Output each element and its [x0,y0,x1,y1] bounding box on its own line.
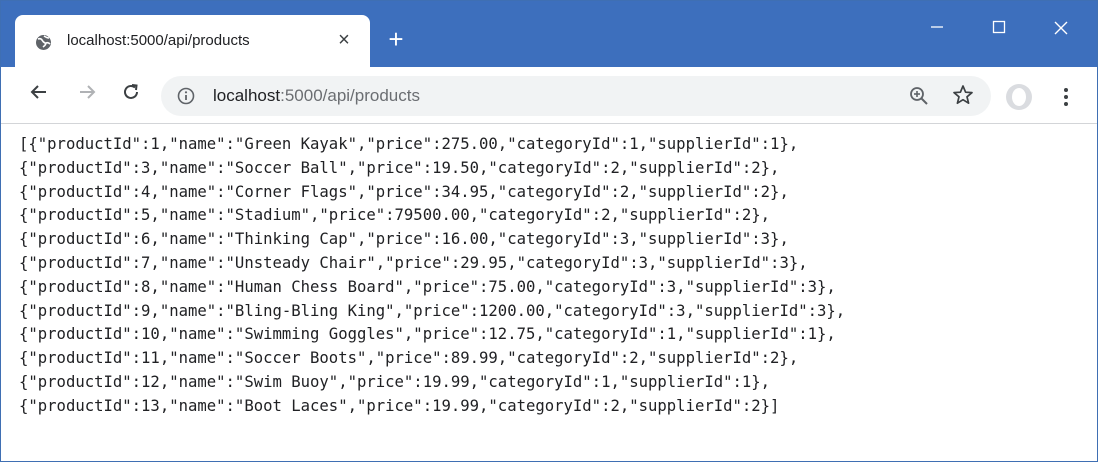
json-line: {"productId":10,"name":"Swimming Goggles… [19,325,836,344]
new-tab-button[interactable]: + [384,26,408,52]
back-button[interactable] [25,81,53,109]
minimize-icon [931,26,943,28]
url-host: localhost [213,86,281,105]
zoom-icon[interactable] [908,85,930,107]
profile-avatar[interactable] [1006,84,1032,110]
close-window-button[interactable] [1041,13,1081,43]
json-line: [{"productId":1,"name":"Green Kayak","pr… [19,135,799,153]
json-line: {"productId":3,"name":"Soccer Ball","pri… [19,158,780,177]
reload-button[interactable] [117,81,145,109]
bookmark-star-icon[interactable] [951,83,975,107]
json-line: {"productId":13,"name":"Boot Laces","pri… [19,396,780,415]
close-icon [1054,21,1068,35]
info-icon[interactable] [177,87,195,105]
browser-window: localhost:5000/api/products × + localhos [0,0,1098,462]
title-bar: localhost:5000/api/products × + [1,1,1097,68]
forward-button[interactable] [73,81,101,109]
json-line: {"productId":12,"name":"Swim Buoy","pric… [19,372,771,391]
json-line: {"productId":8,"name":"Human Chess Board… [19,277,836,296]
maximize-button[interactable] [979,13,1019,43]
url-path: :5000/api/products [280,86,420,105]
address-bar[interactable]: localhost:5000/api/products [161,76,991,116]
reload-icon [124,84,138,99]
minimize-button[interactable] [917,13,957,43]
arrow-left-icon [30,85,46,99]
json-response: [{"productId":1,"name":"Green Kayak","pr… [19,133,1089,419]
url-text: localhost:5000/api/products [213,86,420,106]
maximize-icon [992,20,1006,34]
tab-title: localhost:5000/api/products [67,32,250,49]
json-line: {"productId":4,"name":"Corner Flags","pr… [19,182,789,201]
browser-tab[interactable]: localhost:5000/api/products × [15,15,370,68]
avatar-icon [1012,88,1026,106]
json-line: {"productId":7,"name":"Unsteady Chair","… [19,253,808,272]
json-line: {"productId":11,"name":"Soccer Boots","p… [19,349,799,368]
tab-close-button[interactable]: × [333,29,355,51]
globe-icon [35,34,52,51]
kebab-menu-icon[interactable] [1059,83,1073,111]
json-line: {"productId":9,"name":"Bling-Bling King"… [19,301,846,320]
json-line: {"productId":6,"name":"Thinking Cap","pr… [19,230,789,249]
arrow-right-icon [80,85,96,99]
browser-toolbar: localhost:5000/api/products [1,67,1097,124]
json-line: {"productId":5,"name":"Stadium","price":… [19,206,771,225]
